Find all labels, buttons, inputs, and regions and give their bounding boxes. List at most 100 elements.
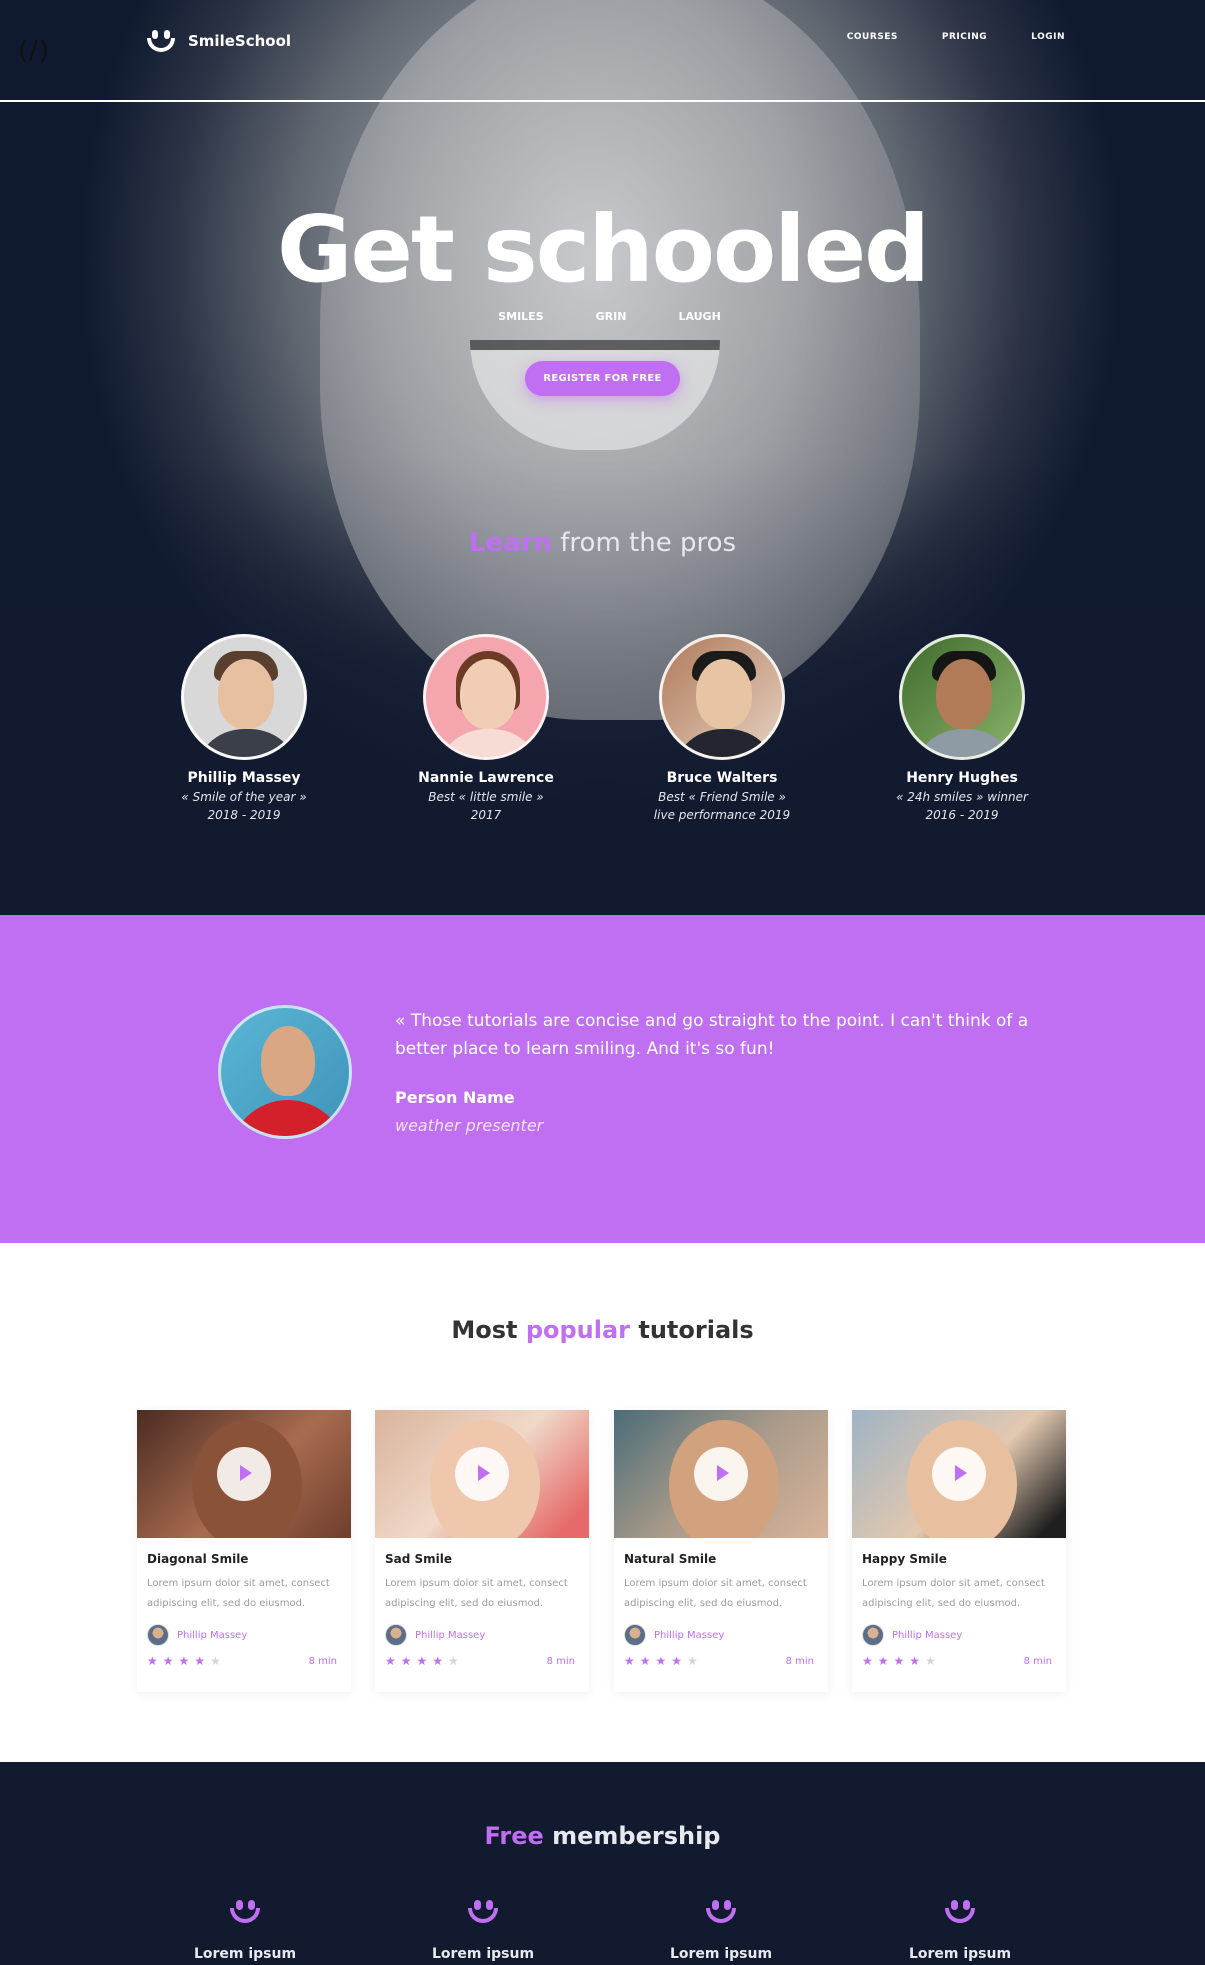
smile-feature-icon bbox=[704, 1898, 738, 1926]
pro-name: Nannie Lawrence bbox=[418, 770, 554, 786]
author-name: Phillip Massey bbox=[892, 1629, 963, 1641]
avatar bbox=[147, 1624, 169, 1646]
tutorial-author[interactable]: Phillip Massey bbox=[385, 1624, 589, 1646]
membership-section: Free membership Lorem ipsum Lorem ipsum … bbox=[0, 1762, 1205, 1965]
tutorial-meta: ★★★★★ 8 min bbox=[624, 1654, 814, 1668]
play-icon[interactable] bbox=[932, 1447, 986, 1501]
tutorial-title[interactable]: Natural Smile bbox=[624, 1552, 828, 1566]
testimonial-role: weather presenter bbox=[395, 1116, 544, 1135]
pro-card[interactable]: Bruce Walters Best « Friend Smile » live… bbox=[602, 634, 842, 822]
pro-year: 2017 bbox=[470, 808, 502, 822]
pros-heading-rest: from the pros bbox=[552, 528, 737, 558]
hero-subtitle-grin: GRIN bbox=[595, 310, 627, 323]
avatar bbox=[181, 634, 307, 760]
tutorial-thumbnail[interactable] bbox=[852, 1410, 1066, 1538]
membership-feature: Lorem ipsum bbox=[621, 1898, 821, 1962]
membership-feature: Lorem ipsum bbox=[383, 1898, 583, 1962]
tutorial-thumbnail[interactable] bbox=[137, 1410, 351, 1538]
brand-logo-link[interactable]: SmileSchool bbox=[144, 28, 291, 54]
popular-heading-accent: popular bbox=[525, 1316, 631, 1344]
register-button[interactable]: REGISTER FOR FREE bbox=[525, 361, 680, 396]
tutorial-author[interactable]: Phillip Massey bbox=[147, 1624, 351, 1646]
tutorial-duration: 8 min bbox=[785, 1655, 814, 1667]
tutorial-card[interactable]: Sad Smile Lorem ipsum dolor sit amet, co… bbox=[375, 1410, 589, 1692]
pro-award: « Smile of the year » bbox=[181, 790, 307, 804]
tutorial-thumbnail[interactable] bbox=[375, 1410, 589, 1538]
tutorial-meta: ★★★★★ 8 min bbox=[862, 1654, 1052, 1668]
pros-heading-accent: Learn bbox=[468, 528, 553, 558]
nav-pricing-link[interactable]: PRICING bbox=[942, 32, 987, 42]
popular-heading-post: tutorials bbox=[630, 1316, 754, 1344]
pro-name: Phillip Massey bbox=[187, 770, 301, 786]
author-name: Phillip Massey bbox=[177, 1629, 248, 1641]
pro-card[interactable]: Henry Hughes « 24h smiles » winner 2016 … bbox=[842, 634, 1082, 822]
tutorial-title[interactable]: Happy Smile bbox=[862, 1552, 1066, 1566]
avatar bbox=[385, 1624, 407, 1646]
membership-feature: Lorem ipsum bbox=[145, 1898, 345, 1962]
tutorial-thumbnail[interactable] bbox=[614, 1410, 828, 1538]
popular-heading: Most popular tutorials bbox=[0, 1316, 1205, 1344]
play-icon[interactable] bbox=[217, 1447, 271, 1501]
testimonial-quote: « Those tutorials are concise and go str… bbox=[395, 1011, 1029, 1059]
pro-year: 2018 - 2019 bbox=[207, 808, 281, 822]
pros-heading: Learn from the pros bbox=[0, 528, 1205, 558]
tutorial-author[interactable]: Phillip Massey bbox=[862, 1624, 1066, 1646]
smile-feature-icon bbox=[228, 1898, 262, 1926]
testimonial-name: Person Name bbox=[395, 1088, 515, 1107]
nav-courses-link[interactable]: COURSES bbox=[847, 32, 898, 42]
tutorial-card[interactable]: Happy Smile Lorem ipsum dolor sit amet, … bbox=[852, 1410, 1066, 1692]
rating-stars: ★★★★★ bbox=[385, 1654, 464, 1668]
membership-feature: Lorem ipsum bbox=[860, 1898, 1060, 1962]
nav-login-link[interactable]: LOGIN bbox=[1031, 32, 1065, 42]
tutorial-description: Lorem ipsum dolor sit amet, consect adip… bbox=[862, 1578, 1045, 1609]
avatar bbox=[624, 1624, 646, 1646]
tutorial-card[interactable]: Diagonal Smile Lorem ipsum dolor sit ame… bbox=[137, 1410, 351, 1692]
hero-content: Get schooled SMILES GRIN LAUGH REGISTER … bbox=[0, 200, 1205, 396]
pro-year: 2016 - 2019 bbox=[925, 808, 999, 822]
pro-card[interactable]: Nannie Lawrence Best « little smile » 20… bbox=[366, 634, 606, 822]
tutorial-description: Lorem ipsum dolor sit amet, consect adip… bbox=[624, 1578, 807, 1609]
pro-award: « 24h smiles » winner bbox=[896, 790, 1028, 804]
tutorial-title[interactable]: Sad Smile bbox=[385, 1552, 589, 1566]
hero-subtitle-laugh: LAUGH bbox=[678, 310, 721, 323]
feature-title: Lorem ipsum bbox=[193, 1946, 297, 1962]
tutorial-description: Lorem ipsum dolor sit amet, consect adip… bbox=[147, 1578, 330, 1609]
pro-name: Bruce Walters bbox=[666, 770, 778, 786]
tutorial-card[interactable]: Natural Smile Lorem ipsum dolor sit amet… bbox=[614, 1410, 828, 1692]
author-name: Phillip Massey bbox=[415, 1629, 486, 1641]
tutorial-title[interactable]: Diagonal Smile bbox=[147, 1552, 351, 1566]
pro-year: live performance 2019 bbox=[653, 808, 791, 822]
pro-name: Henry Hughes bbox=[906, 770, 1018, 786]
membership-heading-rest: membership bbox=[543, 1822, 721, 1850]
smile-logo-icon bbox=[144, 28, 178, 54]
avatar bbox=[659, 634, 785, 760]
rating-stars: ★★★★★ bbox=[147, 1654, 226, 1668]
smile-feature-icon bbox=[466, 1898, 500, 1926]
top-navbar: SmileSchool COURSES PRICING LOGIN bbox=[0, 0, 1205, 102]
tutorial-duration: 8 min bbox=[546, 1655, 575, 1667]
rating-stars: ★★★★★ bbox=[624, 1654, 703, 1668]
membership-heading: Free membership bbox=[0, 1822, 1205, 1850]
pro-card[interactable]: Phillip Massey « Smile of the year » 201… bbox=[124, 634, 364, 822]
avatar bbox=[899, 634, 1025, 760]
tutorial-author[interactable]: Phillip Massey bbox=[624, 1624, 828, 1646]
avatar bbox=[862, 1624, 884, 1646]
play-icon[interactable] bbox=[694, 1447, 748, 1501]
feature-title: Lorem ipsum bbox=[908, 1946, 1012, 1962]
popular-heading-pre: Most bbox=[451, 1316, 526, 1344]
hero-section: SmileSchool COURSES PRICING LOGIN Get sc… bbox=[0, 0, 1205, 915]
hero-subtitles: SMILES GRIN LAUGH bbox=[0, 310, 1205, 323]
feature-title: Lorem ipsum bbox=[431, 1946, 535, 1962]
membership-heading-accent: Free bbox=[484, 1822, 544, 1850]
hero-title: Get schooled bbox=[277, 196, 930, 303]
pro-award: Best « little smile » bbox=[428, 790, 544, 804]
author-name: Phillip Massey bbox=[654, 1629, 725, 1641]
tutorial-description: Lorem ipsum dolor sit amet, consect adip… bbox=[385, 1578, 568, 1609]
smile-feature-icon bbox=[943, 1898, 977, 1926]
testimonial-avatar bbox=[218, 1005, 352, 1139]
testimonial-section: « Those tutorials are concise and go str… bbox=[0, 915, 1205, 1243]
pro-award: Best « Friend Smile » bbox=[658, 790, 786, 804]
tutorial-meta: ★★★★★ 8 min bbox=[147, 1654, 337, 1668]
hero-subtitle-smiles: SMILES bbox=[498, 310, 544, 323]
play-icon[interactable] bbox=[455, 1447, 509, 1501]
